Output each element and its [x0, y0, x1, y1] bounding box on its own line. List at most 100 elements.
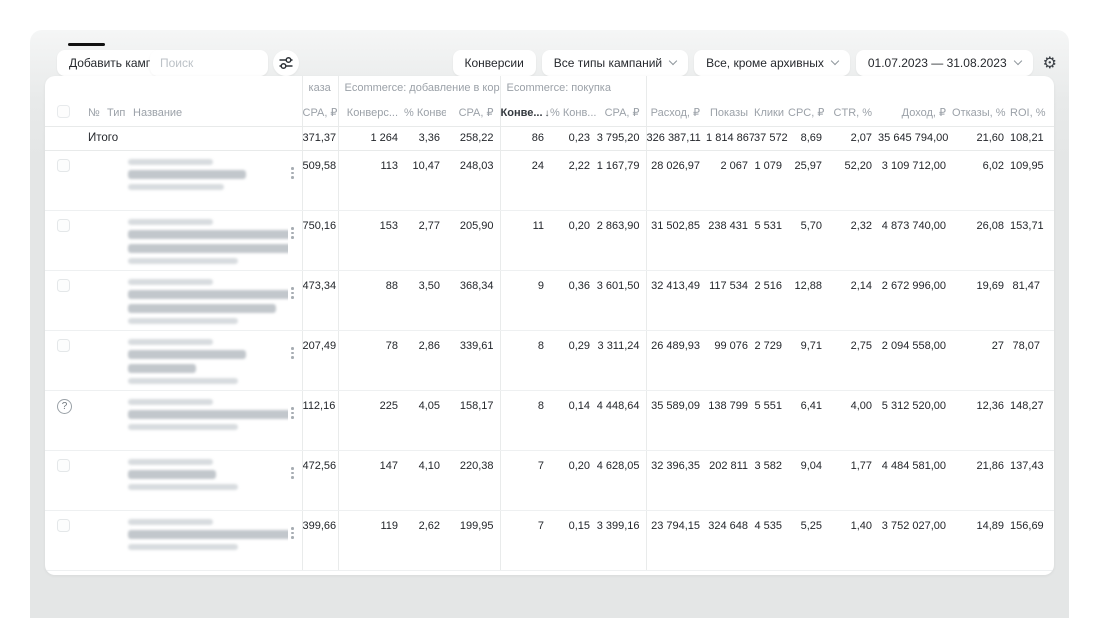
kebab-menu-icon[interactable] [288, 166, 297, 180]
column-header-conversions-purchase[interactable]: Конве...↓ [500, 100, 550, 126]
metric-cell: 27 [952, 330, 1010, 390]
column-header-conv-rate-purchase[interactable]: % Конв... [550, 100, 596, 126]
total-cell: 3,36 [404, 126, 446, 150]
metric-cell: 472,56 [302, 450, 338, 510]
row-checkbox[interactable] [57, 339, 70, 352]
campaign-name-blurred[interactable] [128, 399, 288, 435]
metric-cell: 509,58 [302, 150, 338, 210]
toolbar: Добавить кампанию Конверсии Все типы кам… [30, 50, 1069, 77]
name-blur-line [128, 290, 288, 299]
settings-gear-icon[interactable]: ⚙ [1043, 50, 1057, 76]
kebab-menu-icon[interactable] [288, 466, 297, 480]
column-header-conv-rate-cart[interactable]: % Конве... [404, 100, 446, 126]
select-all-checkbox[interactable] [57, 105, 70, 118]
metric-cell: 3 582 [754, 450, 788, 510]
metric-cell: 199,95 [446, 510, 500, 570]
column-header-cpc[interactable]: CPC, ₽ [788, 100, 828, 126]
metric-cell: 81,47 [1010, 270, 1054, 330]
metric-cell: 0,29 [550, 330, 596, 390]
campaign-types-select[interactable]: Все типы кампаний [542, 50, 688, 76]
metric-cell: 2,32 [828, 210, 878, 270]
metric-cell: 5,25 [788, 510, 828, 570]
total-cell: 86 [500, 126, 550, 150]
metric-cell: 6,41 [788, 390, 828, 450]
metric-cell: 109,95 [1010, 150, 1054, 210]
metric-cell: 1,77 [828, 450, 878, 510]
archive-filter-select[interactable]: Все, кроме архивных [694, 50, 850, 76]
metric-cell: 2,77 [404, 210, 446, 270]
chevron-down-icon [831, 57, 839, 65]
kebab-menu-icon[interactable] [288, 346, 297, 360]
column-header-cost[interactable]: Расход, ₽ [646, 100, 706, 126]
campaign-types-label: Все типы кампаний [554, 56, 662, 70]
row-checkbox[interactable] [57, 519, 70, 532]
metric-cell: 21,86 [952, 450, 1010, 510]
column-header-clicks[interactable]: Клики [754, 100, 788, 126]
metric-cell: 4 484 581,00 [878, 450, 952, 510]
table-row: 207,49782,86339,6180,293 311,2426 489,93… [45, 330, 1054, 390]
campaign-name-blurred[interactable] [128, 459, 288, 495]
metric-cell: 2,14 [828, 270, 878, 330]
column-header-impressions[interactable]: Показы [706, 100, 754, 126]
column-header-type[interactable]: Тип [100, 100, 126, 126]
conversions-button[interactable]: Конверсии [453, 50, 536, 76]
metric-cell: 2 863,90 [596, 210, 646, 270]
metric-cell: 3 311,24 [596, 330, 646, 390]
metric-cell: 2 672 996,00 [878, 270, 952, 330]
metric-cell: 202 811 [706, 450, 754, 510]
column-header-name[interactable]: Название [126, 100, 288, 126]
kebab-menu-icon[interactable] [288, 286, 297, 300]
search-input[interactable] [150, 50, 268, 76]
column-header-conversions-cart[interactable]: Конверс... [338, 100, 404, 126]
metric-cell: 4,05 [404, 390, 446, 450]
metric-cell: 3 752 027,00 [878, 510, 952, 570]
column-header-cpa-order[interactable]: CPA, ₽ [302, 100, 338, 126]
row-checkbox[interactable] [57, 219, 70, 232]
totals-label: Итого [78, 126, 302, 150]
name-blur-line [128, 399, 213, 405]
kebab-menu-icon[interactable] [288, 406, 297, 420]
row-checkbox[interactable] [57, 159, 70, 172]
metric-cell: 0,20 [550, 210, 596, 270]
metric-cell: 0,36 [550, 270, 596, 330]
row-checkbox[interactable] [57, 459, 70, 472]
column-header-cpa-cart[interactable]: CPA, ₽ [446, 100, 500, 126]
campaign-name-blurred[interactable] [128, 219, 288, 269]
metric-cell: 35 589,09 [646, 390, 706, 450]
sort-desc-icon: ↓ [545, 108, 550, 119]
metric-cell: 28 026,97 [646, 150, 706, 210]
metric-cell: 148,27 [1010, 390, 1054, 450]
metric-cell: 9,04 [788, 450, 828, 510]
total-cell: 3 795,20 [596, 126, 646, 150]
metric-cell: 3 109 712,00 [878, 150, 952, 210]
campaign-name-blurred[interactable] [128, 279, 288, 329]
metric-cell: 2 729 [754, 330, 788, 390]
date-range-select[interactable]: 01.07.2023 — 31.08.2023 [856, 50, 1033, 76]
metric-cell: 5 531 [754, 210, 788, 270]
name-blur-line [128, 530, 288, 539]
campaign-name-blurred[interactable] [128, 519, 288, 555]
column-header-ctr[interactable]: CTR, % [828, 100, 878, 126]
metric-cell: 137,43 [1010, 450, 1054, 510]
metric-cell: 158,17 [446, 390, 500, 450]
kebab-menu-icon[interactable] [288, 226, 297, 240]
metric-cell: 3 601,50 [596, 270, 646, 330]
total-cell: 326 387,11 [646, 126, 706, 150]
column-header-roi[interactable]: ROI, % [1010, 100, 1054, 126]
column-header-cpa-purchase[interactable]: CPA, ₽ [596, 100, 646, 126]
group-purchase-label: Ecommerce: покупка [500, 76, 646, 100]
metric-cell: 78,07 [1010, 330, 1054, 390]
name-blur-line [128, 410, 288, 419]
campaign-name-blurred[interactable] [128, 339, 288, 389]
kebab-menu-icon[interactable] [288, 526, 297, 540]
column-header-revenue[interactable]: Доход, ₽ [878, 100, 952, 126]
column-header-number[interactable]: № [78, 100, 100, 126]
row-checkbox[interactable] [57, 279, 70, 292]
column-header-bounces[interactable]: Отказы, % [952, 100, 1010, 126]
campaign-name-blurred[interactable] [128, 159, 288, 195]
metric-cell: 99 076 [706, 330, 754, 390]
total-cell: 1 264 [338, 126, 404, 150]
filter-button[interactable] [273, 50, 299, 76]
help-icon[interactable]: ? [57, 399, 72, 414]
name-blur-line [128, 470, 216, 479]
